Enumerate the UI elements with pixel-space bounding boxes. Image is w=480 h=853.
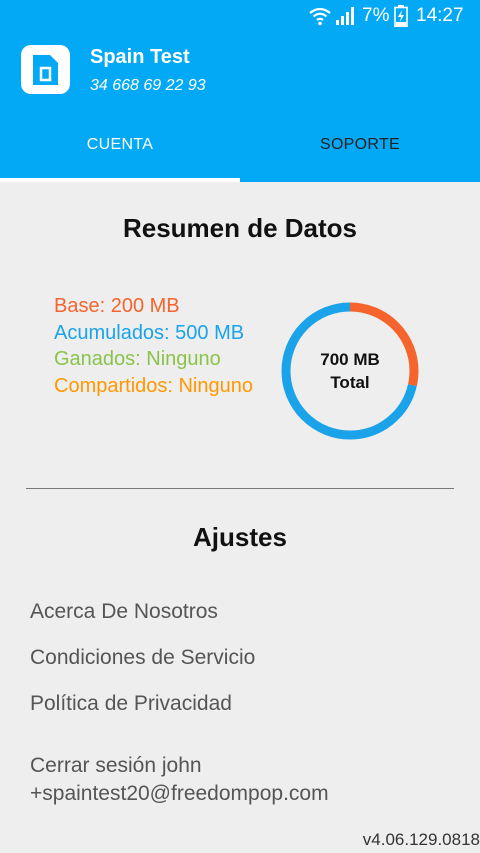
donut-total-caption: Total bbox=[330, 373, 370, 392]
status-bar: 7% 14:27 bbox=[0, 0, 480, 32]
app-version: v4.06.129.0818 bbox=[362, 830, 480, 849]
about-us-link[interactable]: Acerca De Nosotros bbox=[30, 600, 218, 624]
section-divider bbox=[26, 488, 454, 489]
data-legend: Base: 200 MB Acumulados: 500 MB Ganados:… bbox=[54, 293, 264, 448]
clock: 14:27 bbox=[416, 5, 464, 26]
app-header: Spain Test 34 668 69 22 93 CUENTA SOPORT… bbox=[0, 32, 480, 182]
legend-compartidos: Compartidos: Ninguno bbox=[54, 374, 253, 397]
data-summary-title: Resumen de Datos bbox=[122, 213, 358, 243]
battery-charging-icon bbox=[394, 5, 408, 27]
tab-cuenta[interactable]: CUENTA bbox=[0, 127, 240, 182]
donut-total-label: 700 MB Total bbox=[275, 348, 425, 394]
signal-icon bbox=[336, 7, 354, 25]
tab-soporte[interactable]: SOPORTE bbox=[240, 127, 480, 182]
privacy-policy-link[interactable]: Política de Privacidad bbox=[30, 692, 232, 716]
active-tab-indicator bbox=[0, 178, 240, 182]
account-phone: 34 668 69 22 93 bbox=[90, 77, 206, 94]
donut-total-value: 700 MB bbox=[320, 350, 380, 369]
wifi-icon bbox=[309, 7, 331, 26]
sim-card-icon bbox=[21, 45, 70, 94]
legend-ganados: Ganados: Ninguno bbox=[54, 348, 221, 370]
settings-title: Ajustes bbox=[193, 522, 287, 552]
legend-acumulados: Acumulados: 500 MB bbox=[54, 321, 245, 344]
account-name: Spain Test bbox=[90, 46, 190, 68]
battery-percent: 7% bbox=[362, 5, 390, 26]
legend-base: Base: 200 MB bbox=[54, 295, 180, 317]
terms-of-service-link[interactable]: Condiciones de Servicio bbox=[30, 646, 255, 670]
logout-link[interactable]: Cerrar sesión john +spaintest20@freedomp… bbox=[30, 752, 470, 808]
